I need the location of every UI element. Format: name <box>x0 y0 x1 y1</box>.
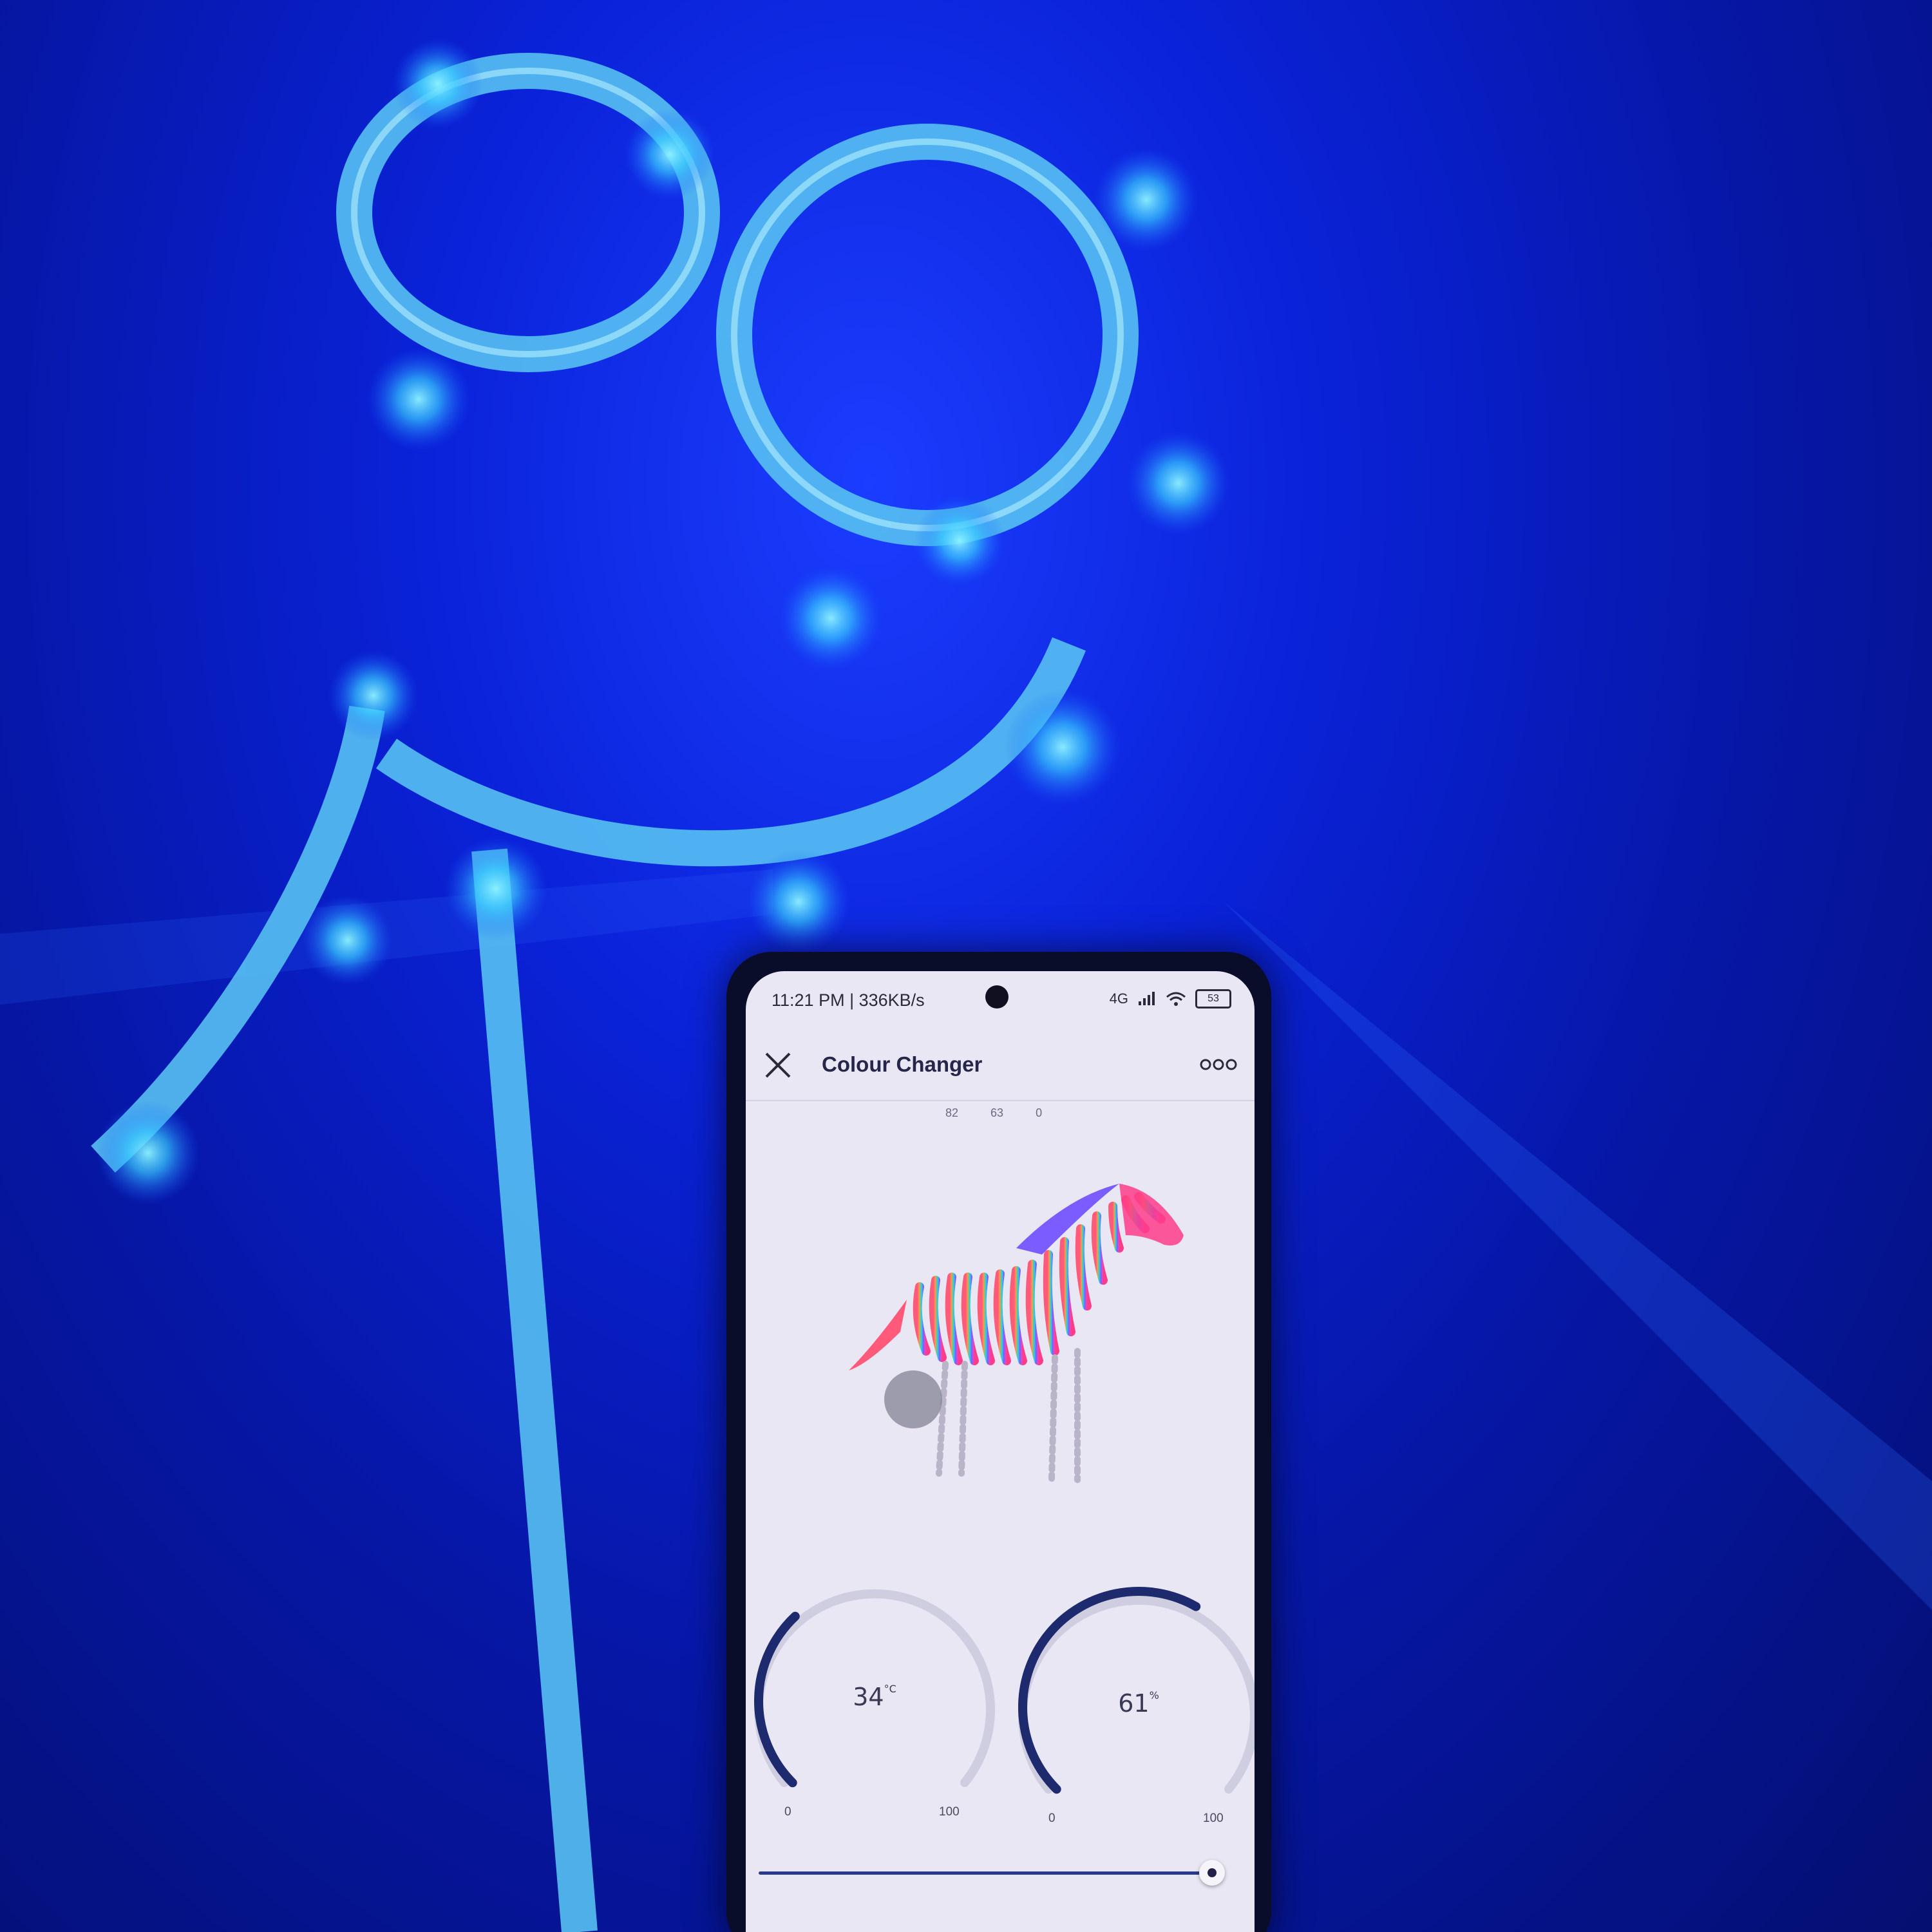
app-header: Colour Changer <box>746 1029 1255 1101</box>
status-bar: 11:21 PM | 336KB/s 4G 53 <box>746 971 1255 1029</box>
gauge-min-label: 0 <box>784 1805 791 1819</box>
network-label: 4G <box>1109 990 1128 1007</box>
temperature-gauge: 34°C 0 100 <box>746 1570 1003 1841</box>
color-picker-knob[interactable] <box>884 1370 942 1428</box>
front-camera <box>985 985 1009 1009</box>
wifi-icon <box>1166 992 1186 1006</box>
brightness-slider[interactable] <box>759 1853 1248 1892</box>
phone-screen: 11:21 PM | 336KB/s 4G 53 Colour Changer … <box>746 971 1255 1932</box>
gauge-max-label: 100 <box>939 1805 960 1819</box>
zebra-color-picker[interactable] <box>823 1139 1197 1499</box>
temperature-value: 34°C <box>853 1683 896 1711</box>
signal-icon <box>1139 992 1155 1005</box>
humidity-gauge: 61% 0 100 <box>1010 1577 1255 1847</box>
page-title: Colour Changer <box>822 1052 983 1076</box>
slider-track <box>759 1871 1222 1875</box>
close-icon[interactable] <box>760 1047 796 1083</box>
rgb-readout: 82 63 0 <box>945 1106 1042 1120</box>
status-time: 11:21 PM | 336KB/s <box>772 990 925 1010</box>
gauge-max-label: 100 <box>1203 1812 1224 1825</box>
blue-value: 0 <box>1036 1106 1043 1119</box>
status-icons: 4G 53 <box>1110 989 1231 1009</box>
slider-thumb[interactable] <box>1199 1860 1226 1886</box>
photo-scene: 11:21 PM | 336KB/s 4G 53 Colour Changer … <box>0 0 1932 1932</box>
red-value: 82 <box>945 1106 959 1119</box>
humidity-value: 61% <box>1118 1689 1159 1718</box>
green-value: 63 <box>990 1106 1004 1119</box>
gauge-min-label: 0 <box>1048 1812 1056 1825</box>
battery-icon: 53 <box>1195 989 1231 1009</box>
more-icon[interactable] <box>1199 1048 1238 1081</box>
